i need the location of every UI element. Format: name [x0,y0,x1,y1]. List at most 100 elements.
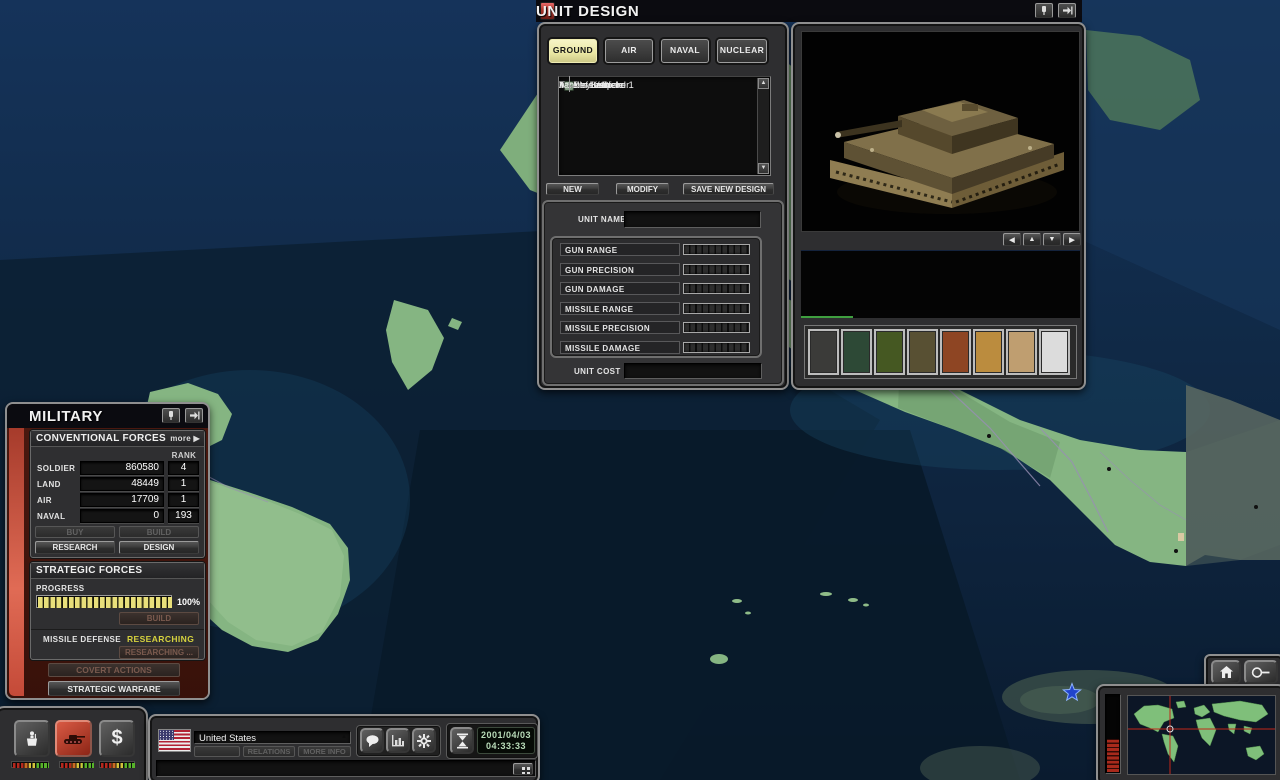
conventional-forces-panel: CONVENTIONAL FORCES more ▶ RANK SOLDIER … [30,430,205,558]
missile-range-label: MISSILE RANGE [565,305,633,314]
time-control-button[interactable] [450,727,474,754]
swatch-1[interactable] [808,329,839,375]
missile-defense-research-button[interactable]: RESEARCHING ... [119,646,199,659]
country-name: United States [199,733,256,744]
unit-tree: +Infantry Vehicle +Air Defense +Mobile L… [558,76,771,176]
save-new-design-button[interactable]: SAVE NEW DESIGN [683,183,774,195]
tree-scrollbar[interactable]: ▲ ▼ [757,78,769,174]
rotate-controls: ◀ ▲ ▼ ▶ [1003,233,1081,246]
military-pin-button[interactable] [162,408,180,423]
gun-range-slider[interactable] [683,244,750,255]
bar-chart-icon [391,734,405,747]
minimap[interactable] [1127,695,1276,775]
soldier-rank: 4 [168,461,199,475]
progress-tick [801,316,853,318]
gun-precision-label: GUN PRECISION [565,266,634,275]
rotate-right-button[interactable]: ▶ [1063,233,1081,246]
swatch-3[interactable] [874,329,905,375]
build-button[interactable]: BUILD [119,526,199,538]
slider-label-box: GUN DAMAGE [560,282,680,295]
home-view-button[interactable] [1211,660,1241,684]
country-extra-button[interactable] [194,746,240,757]
new-button[interactable]: NEW [546,183,599,195]
progress-fill [38,597,172,608]
economy-button[interactable]: $ [99,720,135,757]
magnifier-icon [1251,666,1271,679]
slider-label-box: GUN PRECISION [560,263,680,276]
gun-precision-slider[interactable] [683,264,750,275]
pin-icon [166,410,176,421]
swatch-4[interactable] [907,329,938,375]
unit-3d-preview[interactable] [801,31,1080,232]
covert-actions-button[interactable]: COVERT ACTIONS [48,663,180,677]
clock-display: 2001/04/03 04:33:33 [477,727,535,754]
tab-nuclear[interactable]: NUCLEAR [717,39,767,63]
scroll-up-button[interactable]: ▲ [758,78,769,89]
gun-damage-slider[interactable] [683,283,750,294]
more-link[interactable]: more ▶ [170,431,200,447]
rotate-down-button[interactable]: ▼ [1043,233,1061,246]
expand-log-button[interactable] [513,763,533,775]
flag-canton [159,730,174,740]
land-label: LAND [37,480,61,489]
tab-naval[interactable]: NAVAL [661,39,709,63]
swatch-5[interactable] [940,329,971,375]
swatch-6[interactable] [973,329,1004,375]
pin-button[interactable] [1035,3,1053,18]
soldier-label: SOLDIER [37,464,75,473]
swatch-7[interactable] [1006,329,1037,375]
economy-meter [99,761,135,768]
rotate-up-button[interactable]: ▲ [1023,233,1041,246]
unit-design-title: UNIT DESIGN [536,3,639,20]
sliders-panel: GUN RANGE GUN PRECISION GUN DAMAGE MISSI… [550,236,762,358]
tab-air[interactable]: AIR [605,39,653,63]
relations-button[interactable]: RELATIONS [243,746,295,757]
minimap-window [1096,684,1280,780]
scroll-down-button[interactable]: ▼ [758,163,769,174]
tab-ground[interactable]: GROUND [549,39,597,63]
settings-button[interactable] [412,728,436,753]
chat-bubble-icon [365,734,380,748]
strategic-build-button[interactable]: BUILD [119,612,199,625]
collapse-button[interactable] [1058,3,1076,18]
military-meter [59,761,94,768]
strategic-warfare-button[interactable]: STRATEGIC WARFARE [48,681,180,696]
missile-defense-label: MISSILE DEFENSE [43,635,121,644]
research-button[interactable]: RESEARCH [35,541,115,554]
missile-precision-slider[interactable] [683,322,750,333]
unit-preview-panel: ◀ ▲ ▼ ▶ [791,22,1086,390]
hourglass-icon [456,733,469,749]
zoom-control-button[interactable] [1244,660,1278,684]
rotate-left-button[interactable]: ◀ [1003,233,1021,246]
military-collapse-button[interactable] [185,408,203,423]
sphere-toolbar: $ [0,706,148,780]
slider-label-box: GUN RANGE [560,243,680,256]
buy-button[interactable]: BUY [35,526,115,538]
more-info-button[interactable]: MORE INFO [298,746,351,757]
swatch-8[interactable] [1039,329,1070,375]
stats-button[interactable] [386,728,410,753]
modify-button[interactable]: MODIFY [616,183,669,195]
zoom-meter [1105,694,1121,774]
tree-item-k-1[interactable]: K-1 [559,80,770,92]
taskbar: United States ▲ RELATIONS MORE INFO [148,714,540,780]
swatch-2[interactable] [841,329,872,375]
missile-range-slider[interactable] [683,303,750,314]
unit-cost-input[interactable] [624,363,762,379]
missile-damage-slider[interactable] [683,342,750,353]
military-button[interactable] [55,720,92,757]
air-label: AIR [37,496,52,505]
us-flag [158,729,191,752]
land-value: 48449 [80,477,164,491]
politics-button[interactable] [14,720,50,757]
status-message-bar[interactable] [156,760,536,777]
country-selector[interactable]: United States ▲ [194,731,351,744]
naval-label: NAVAL [37,512,65,521]
unit-name-input[interactable] [624,211,761,228]
design-button[interactable]: DESIGN [119,541,199,554]
game-date: 2001/04/03 [478,730,534,741]
arrow-right-icon [189,410,200,421]
chat-button[interactable] [360,728,384,753]
unit-design-titlebar: UNIT DESIGN [536,0,1082,22]
progress-label: PROGRESS [36,584,85,593]
